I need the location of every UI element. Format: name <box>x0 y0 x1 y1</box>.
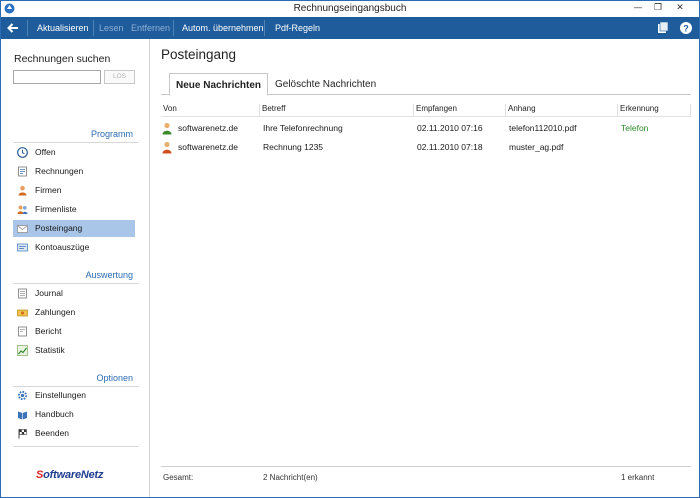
nav-item-statistik[interactable]: Statistik <box>13 342 135 359</box>
svg-text:?: ? <box>683 24 689 34</box>
sidebar: Rechnungen suchen LOS Programm Offen Rec… <box>1 39 150 497</box>
nav-item-zahlungen[interactable]: Zahlungen <box>13 304 135 321</box>
nav-item-posteingang[interactable]: Posteingang <box>13 220 135 237</box>
nav-label: Rechnungen <box>35 166 84 176</box>
cell-empfangen: 02.11.2010 07:18 <box>417 142 483 152</box>
search-title: Rechnungen suchen <box>14 53 111 65</box>
tab-new-messages[interactable]: Neue Nachrichten <box>169 73 269 96</box>
nav-label: Firmenliste <box>35 204 77 214</box>
status-recognized-count: 1 erkannt <box>621 473 655 482</box>
nav-item-rechnungen[interactable]: Rechnungen <box>13 163 135 180</box>
cell-anhang: muster_ag.pdf <box>509 142 564 152</box>
cell-erkennung: Telefon <box>621 123 649 133</box>
status-divider <box>161 466 691 467</box>
section-heading-programm: Programm <box>90 129 133 139</box>
nav-item-kontoauszuege[interactable]: Kontoauszüge <box>13 239 135 256</box>
divider <box>13 283 139 284</box>
nav-label: Posteingang <box>35 223 83 233</box>
column-header-betreff[interactable]: Betreff <box>260 104 414 117</box>
nav-label: Statistik <box>35 345 65 355</box>
window-title: Rechnungseingangsbuch <box>293 3 407 14</box>
invoice-icon <box>18 166 27 177</box>
search-button[interactable]: LOS <box>104 70 135 84</box>
flag-icon <box>18 429 27 439</box>
toolbar-divider <box>93 20 94 36</box>
section-heading-auswertung: Auswertung <box>85 270 133 280</box>
nav-label: Firmen <box>35 185 62 195</box>
pdf-rules-button[interactable]: Pdf-Regeln <box>275 17 320 39</box>
table-row[interactable]: softwarenetz.de Rechnung 1235 02.11.2010… <box>161 139 691 156</box>
nav-item-firmen[interactable]: Firmen <box>13 182 135 199</box>
toolbar: Aktualisieren Lesen Entfernen Autom. übe… <box>1 17 699 39</box>
title-bar: Rechnungseingangsbuch — ❐ ✕ <box>1 1 699 17</box>
page-title: Posteingang <box>161 47 237 62</box>
nav-label: Beenden <box>35 428 70 438</box>
nav-label: Kontoauszüge <box>35 242 90 252</box>
divider <box>13 446 139 447</box>
nav-item-firmenliste[interactable]: Firmenliste <box>13 201 135 218</box>
sender-person-icon <box>162 122 172 135</box>
nav-item-bericht[interactable]: Bericht <box>13 323 135 340</box>
close-button[interactable]: ✕ <box>672 2 688 15</box>
gear-icon <box>17 390 28 401</box>
book-icon <box>18 411 27 420</box>
column-header-anhang[interactable]: Anhang <box>506 104 618 117</box>
tab-bar: Neue Nachrichten Gelöschte Nachrichten <box>161 73 691 96</box>
auto-accept-button[interactable]: Autom. übernehmen <box>182 17 264 39</box>
nav-item-einstellungen[interactable]: Einstellungen <box>13 387 135 404</box>
cell-von: softwarenetz.de <box>178 142 239 152</box>
nav-item-journal[interactable]: Journal <box>13 285 135 302</box>
table-row[interactable]: softwarenetz.de Ihre Telefonrechnung 02.… <box>161 120 691 137</box>
nav-label: Einstellungen <box>35 390 87 400</box>
toolbar-divider <box>27 20 28 36</box>
status-total-label: Gesamt: <box>163 473 194 482</box>
person-icon <box>18 185 27 196</box>
nav-label: Bericht <box>35 326 62 336</box>
nav-label: Journal <box>35 288 63 298</box>
people-icon <box>17 205 28 214</box>
remove-button[interactable]: Entfernen <box>131 17 170 39</box>
refresh-button[interactable]: Aktualisieren <box>37 17 89 39</box>
minimize-button[interactable]: — <box>630 2 646 15</box>
status-message-count: 2 Nachricht(en) <box>263 473 318 482</box>
nav-label: Offen <box>35 147 56 157</box>
nav-item-handbuch[interactable]: Handbuch <box>13 406 135 423</box>
column-header-empfangen[interactable]: Empfangen <box>414 104 506 117</box>
clock-icon <box>17 147 28 158</box>
toolbar-divider <box>264 20 265 36</box>
app-window: Rechnungseingangsbuch — ❐ ✕ Aktualisiere… <box>0 0 700 498</box>
cell-von: softwarenetz.de <box>178 123 239 133</box>
main-panel: Posteingang Neue Nachrichten Gelöschte N… <box>151 39 699 497</box>
chart-icon <box>17 345 28 356</box>
notes-icon[interactable] <box>656 21 670 35</box>
softwarenetz-logo: SoftwareNetz <box>36 469 104 481</box>
journal-icon <box>18 288 27 299</box>
column-header-erkennung[interactable]: Erkennung <box>618 104 691 117</box>
column-header-von[interactable]: Von <box>161 104 260 117</box>
back-arrow-icon[interactable] <box>6 21 20 35</box>
sender-person-icon <box>162 141 172 154</box>
nav-item-beenden[interactable]: Beenden <box>13 425 135 442</box>
statement-icon <box>17 243 28 252</box>
read-button[interactable]: Lesen <box>99 17 124 39</box>
search-input[interactable] <box>13 70 101 84</box>
nav-label: Zahlungen <box>35 307 76 317</box>
cell-anhang: telefon112010.pdf <box>509 123 577 133</box>
help-icon[interactable]: ? <box>679 21 693 35</box>
cell-betreff: Rechnung 1235 <box>263 142 324 152</box>
nav-label: Handbuch <box>35 409 74 419</box>
section-heading-optionen: Optionen <box>96 373 133 383</box>
payments-icon <box>17 309 28 317</box>
divider <box>13 142 139 143</box>
envelope-icon <box>17 225 28 233</box>
grid-header: Von Betreff Empfangen Anhang Erkennung <box>161 103 691 117</box>
report-icon <box>18 326 27 337</box>
toolbar-divider <box>173 20 174 36</box>
tab-deleted-messages[interactable]: Gelöschte Nachrichten <box>269 73 382 96</box>
cell-empfangen: 02.11.2010 07:16 <box>417 123 483 133</box>
cell-betreff: Ihre Telefonrechnung <box>263 123 343 133</box>
nav-item-offen[interactable]: Offen <box>13 144 135 161</box>
restore-button[interactable]: ❐ <box>650 2 666 15</box>
